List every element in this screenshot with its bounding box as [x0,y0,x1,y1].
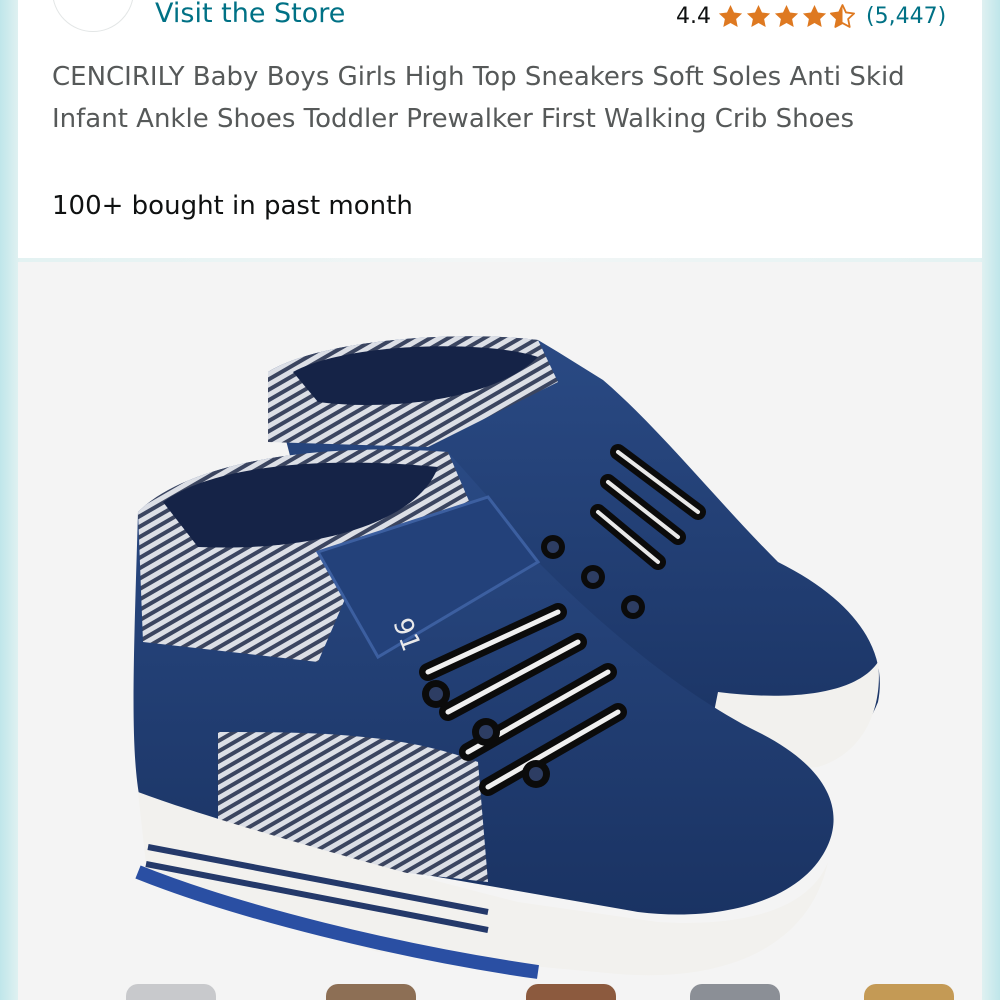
rating-value: 4.4 [676,3,711,29]
thumbnail[interactable] [526,984,616,1000]
star-icon [746,4,771,27]
star-icon [774,4,799,27]
thumbnail[interactable] [864,984,954,1000]
product-title: CENCIRILY Baby Boys Girls High Top Sneak… [52,62,905,134]
review-count-link[interactable]: (5,447) [866,4,946,29]
thumbnail[interactable] [126,984,216,1000]
bought-in-past-month: 100+ bought in past month [52,191,413,221]
star-icon [802,4,827,27]
visit-store-link[interactable]: Visit the Store [155,0,345,29]
product-image-panel[interactable]: 91 [18,262,982,1000]
thumbnail[interactable] [326,984,416,1000]
star-icon [718,4,743,27]
thumbnail[interactable] [690,984,780,1000]
half-star-icon [830,3,855,28]
product-image-baby-sneakers[interactable]: 91 [18,262,982,1000]
star-rating[interactable] [717,3,856,30]
store-logo[interactable] [52,0,134,32]
rating-summary[interactable]: 4.4 (5,447) [676,0,946,33]
product-header-card: Visit the Store 4.4 (5,447) CENCIRILY Ba… [18,0,982,258]
